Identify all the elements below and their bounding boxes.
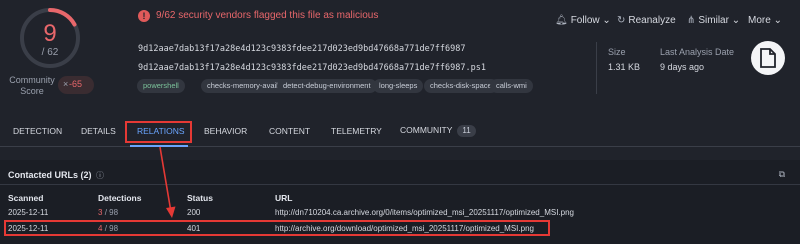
annotation-arrow xyxy=(159,146,176,218)
